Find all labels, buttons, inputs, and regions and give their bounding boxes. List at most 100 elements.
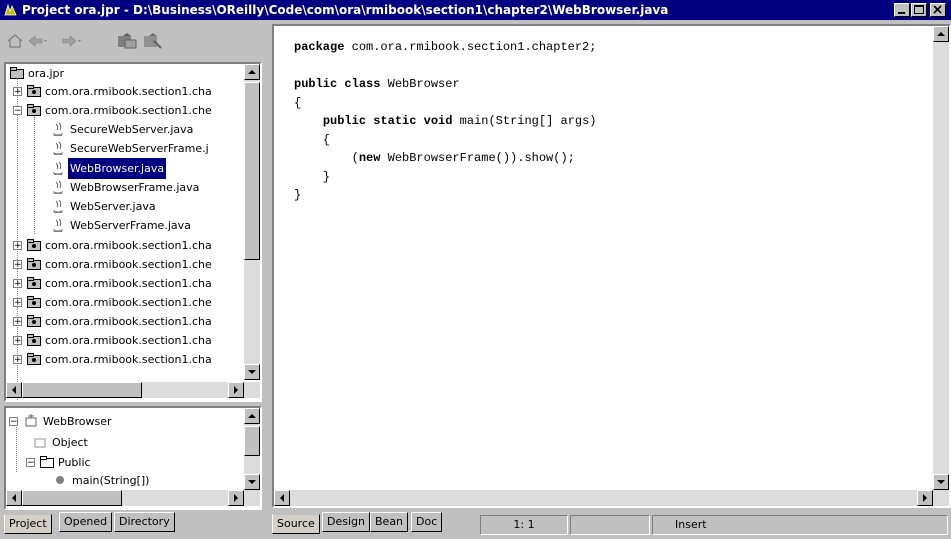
expand-icon[interactable]: +: [13, 279, 22, 289]
inheritance-icon: [34, 438, 46, 448]
scroll-up-button[interactable]: [244, 64, 260, 80]
cursor-position: 1: 1: [480, 515, 568, 535]
forward-arrow-icon[interactable]: [60, 32, 82, 50]
tab-bean[interactable]: Bean: [370, 512, 409, 532]
tab-design[interactable]: Design: [322, 512, 370, 532]
expand-icon[interactable]: +: [13, 355, 22, 365]
scroll-right-button[interactable]: [228, 382, 244, 398]
collapse-icon[interactable]: −: [26, 458, 35, 468]
java-file-icon: [53, 218, 63, 232]
minimize-button[interactable]: [894, 3, 910, 17]
tree-package-item[interactable]: + com.ora.rmibook.section1.cha: [11, 349, 260, 370]
code-line[interactable]: (new WebBrowserFrame()).show();: [294, 149, 597, 168]
expand-icon[interactable]: +: [13, 241, 22, 251]
scroll-down-button[interactable]: [933, 474, 949, 490]
expand-icon[interactable]: +: [13, 317, 22, 327]
package-folder-icon: [27, 258, 41, 270]
code-line[interactable]: }: [294, 168, 597, 187]
scroll-down-button[interactable]: [244, 474, 260, 490]
scroll-left-button[interactable]: [274, 490, 290, 506]
tree-package-item[interactable]: + com.ora.rmibook.section1.cha: [11, 235, 260, 256]
package-folder-icon: [27, 296, 41, 308]
scrollbar-thumb[interactable]: [22, 490, 122, 506]
package-label: com.ora.rmibook.section1.che: [45, 258, 212, 271]
tree-package-item[interactable]: − com.ora.rmibook.section1.che: [11, 100, 260, 121]
collapse-icon[interactable]: −: [9, 417, 18, 427]
expand-icon[interactable]: +: [13, 298, 22, 308]
back-arrow-icon[interactable]: [26, 32, 48, 50]
code-line[interactable]: public static void main(String[] args): [294, 112, 597, 131]
scrollbar-thumb[interactable]: [244, 82, 260, 260]
java-file-icon: [53, 180, 63, 194]
close-button[interactable]: [930, 3, 946, 17]
file-label: WebBrowserFrame.java: [70, 181, 200, 194]
code-line[interactable]: {: [294, 131, 597, 150]
scroll-right-button[interactable]: [917, 490, 933, 506]
tab-opened[interactable]: Opened: [59, 512, 113, 532]
expand-icon[interactable]: +: [13, 87, 22, 97]
class-label: WebBrowser: [43, 415, 112, 428]
scrollbar-thumb[interactable]: [22, 382, 142, 398]
add-to-project-icon[interactable]: [116, 32, 138, 50]
package-label: com.ora.rmibook.section1.cha: [45, 353, 212, 366]
app-icon[interactable]: [3, 3, 18, 17]
code-line[interactable]: }: [294, 186, 597, 205]
scroll-left-button[interactable]: [6, 490, 22, 506]
tab-project[interactable]: Project: [4, 514, 52, 534]
scroll-up-button[interactable]: [244, 408, 260, 424]
package-label: com.ora.rmibook.section1.che: [45, 296, 212, 309]
parent-label: Object: [52, 436, 88, 449]
remove-from-project-icon[interactable]: [142, 32, 164, 50]
pane-splitter[interactable]: [264, 20, 270, 539]
tab-doc[interactable]: Doc: [411, 512, 443, 532]
editor-vertical-scrollbar[interactable]: [933, 26, 949, 490]
tree-vertical-scrollbar[interactable]: [244, 64, 260, 380]
method-icon: [56, 476, 64, 484]
expand-icon[interactable]: +: [13, 336, 22, 346]
editor-horizontal-scrollbar[interactable]: [274, 490, 949, 506]
structure-horizontal-scrollbar[interactable]: [6, 490, 260, 506]
scrollbar-thumb[interactable]: [244, 426, 260, 456]
package-folder-icon: [27, 85, 41, 97]
folder-icon: [40, 456, 54, 468]
scroll-down-button[interactable]: [244, 364, 260, 380]
project-tree[interactable]: ora.jpr + com.ora.rmibook.section1.cha −…: [4, 62, 262, 402]
package-folder-icon: [27, 334, 41, 346]
package-label: com.ora.rmibook.section1.cha: [45, 315, 212, 328]
collapse-icon[interactable]: −: [13, 106, 22, 116]
code-line[interactable]: public class WebBrowser: [294, 75, 597, 94]
tree-package-item[interactable]: + com.ora.rmibook.section1.cha: [11, 273, 260, 294]
tree-package-item[interactable]: + com.ora.rmibook.section1.che: [11, 254, 260, 275]
code-text[interactable]: package com.ora.rmibook.section1.chapter…: [294, 38, 597, 205]
java-file-icon: [53, 161, 63, 175]
tree-package-item[interactable]: + com.ora.rmibook.section1.cha: [11, 311, 260, 332]
tab-directory[interactable]: Directory: [114, 512, 175, 532]
code-line[interactable]: package com.ora.rmibook.section1.chapter…: [294, 38, 597, 57]
tree-horizontal-scrollbar[interactable]: [6, 382, 260, 398]
package-label: com.ora.rmibook.section1.cha: [45, 334, 212, 347]
package-label: com.ora.rmibook.section1.cha: [45, 85, 212, 98]
scroll-right-button[interactable]: [228, 490, 244, 506]
maximize-button[interactable]: [911, 3, 927, 17]
scroll-left-button[interactable]: [6, 382, 22, 398]
code-line[interactable]: [294, 57, 597, 76]
status-blank: [570, 515, 650, 535]
tree-package-item[interactable]: + com.ora.rmibook.section1.che: [11, 292, 260, 313]
code-line[interactable]: {: [294, 94, 597, 113]
tree-package-item[interactable]: + com.ora.rmibook.section1.cha: [11, 330, 260, 351]
home-icon[interactable]: [6, 32, 28, 50]
file-label: WebBrowser.java: [68, 158, 167, 179]
structure-pane[interactable]: − WebBrowser Object − Public main(String…: [4, 406, 262, 510]
scroll-up-button[interactable]: [933, 26, 949, 42]
source-editor[interactable]: package com.ora.rmibook.section1.chapter…: [272, 24, 951, 508]
method-label: main(String[]): [72, 474, 150, 487]
structure-vertical-scrollbar[interactable]: [244, 408, 260, 490]
window-title: Project ora.jpr - D:\Business\OReilly\Co…: [22, 3, 669, 17]
package-label: com.ora.rmibook.section1.che: [45, 104, 212, 117]
package-folder-icon: [27, 315, 41, 327]
java-file-icon: [53, 199, 63, 213]
file-label: SecureWebServer.java: [70, 123, 194, 136]
tab-source[interactable]: Source: [272, 514, 320, 534]
expand-icon[interactable]: +: [13, 260, 22, 270]
tree-package-item[interactable]: + com.ora.rmibook.section1.cha: [11, 81, 260, 102]
